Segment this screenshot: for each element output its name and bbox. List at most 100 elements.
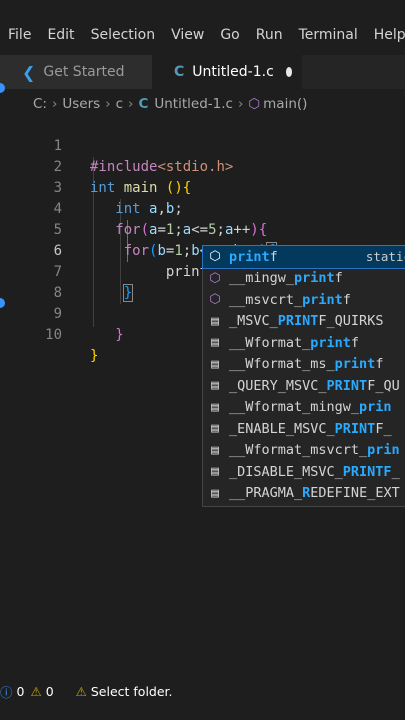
suggestion-match: PRINTF bbox=[342, 463, 392, 480]
field-icon: ▤ bbox=[211, 378, 219, 394]
suggestion-match: print bbox=[302, 291, 343, 308]
suggestion-match: PRINT bbox=[334, 420, 376, 437]
suggestion-suffix: F_QUIRKS bbox=[318, 313, 384, 330]
menu-run[interactable]: Run bbox=[248, 27, 291, 43]
suggestion-prefix: _ENABLE_MSVC_ bbox=[229, 420, 335, 437]
chevron-right-icon: › bbox=[51, 96, 58, 112]
suggestion-match: PRINT bbox=[326, 377, 368, 394]
code-line: 4 for(a=1;a<=5;a++){ bbox=[0, 178, 405, 238]
method-cube-icon: ⬡ bbox=[209, 249, 221, 265]
suggestion-prefix: __PRAGMA_ bbox=[229, 485, 303, 502]
suggestion-prefix: __msvcrt_ bbox=[229, 291, 303, 308]
method-cube-icon: ⬡ bbox=[209, 270, 221, 286]
suggestion-item[interactable]: ▤ __Wformat_ print f bbox=[203, 332, 405, 354]
method-cube-icon: ⬡ bbox=[248, 96, 261, 112]
suggestion-prefix: _DISABLE_MSVC_ bbox=[229, 463, 343, 480]
warning-icon: ⚠ bbox=[30, 683, 42, 699]
chevron-right-icon: › bbox=[128, 96, 134, 112]
error-count[interactable]: 0 bbox=[17, 684, 25, 699]
suggestion-match: print bbox=[229, 248, 270, 265]
suggestion-prefix: __Wformat_ bbox=[229, 334, 311, 351]
tab-untitled-1[interactable]: C Untitled-1.c bbox=[152, 55, 302, 89]
suggestion-item[interactable]: ⬡ __mingw_ print f bbox=[203, 268, 405, 290]
suggestion-item[interactable]: ▤ __PRAGMA_ R EDEFINE_EXT bbox=[203, 483, 405, 505]
suggestion-suffix: EDEFINE_EXT bbox=[310, 485, 400, 502]
suggestion-item[interactable]: ▤ _QUERY_MSVC_ PRINT F_QU bbox=[203, 375, 405, 397]
method-cube-icon: ⬡ bbox=[209, 292, 221, 308]
field-icon: ▤ bbox=[211, 485, 219, 501]
vscode-icon: ❮ bbox=[22, 62, 36, 82]
suggestion-suffix: _ bbox=[391, 463, 400, 480]
suggestion-item[interactable]: ▤ _DISABLE_MSVC_ PRINTF _ bbox=[203, 461, 405, 483]
chevron-right-icon: › bbox=[237, 96, 244, 112]
suggestion-prefix: _QUERY_MSVC_ bbox=[229, 377, 327, 394]
suggestion-item[interactable]: ⬡ printf static bbox=[202, 245, 405, 269]
suggestion-suffix: f bbox=[350, 334, 360, 351]
menu-view[interactable]: View bbox=[163, 27, 212, 43]
suggestion-prefix: __Wformat_mingw_ bbox=[229, 399, 360, 416]
suggestion-suffix: f bbox=[269, 248, 278, 265]
autocomplete-widget: ⬡printfstatic⬡__mingw_printf⬡__msvcrt_pr… bbox=[202, 245, 405, 507]
suggestion-suffix: F_ bbox=[375, 420, 392, 437]
suggestion-prefix: _MSVC_ bbox=[229, 313, 278, 330]
warning-count[interactable]: 0 bbox=[46, 684, 54, 699]
menu-help[interactable]: Help bbox=[366, 27, 405, 43]
suggestion-suffix: f bbox=[342, 291, 351, 308]
suggestion-item[interactable]: ⬡ __msvcrt_ print f bbox=[203, 289, 405, 311]
suggestion-suffix: F_QU bbox=[367, 377, 400, 394]
menu-edit[interactable]: Edit bbox=[39, 27, 82, 43]
suggestion-prefix: __mingw_ bbox=[229, 270, 295, 287]
suggestion-prefix: __Wformat_ms_ bbox=[229, 356, 335, 373]
menu-selection[interactable]: Selection bbox=[83, 27, 164, 43]
field-icon: ▤ bbox=[211, 356, 219, 372]
suggestion-item[interactable]: ▤ _MSVC_ PRINT F_QUIRKS bbox=[203, 311, 405, 333]
code-line: 1 #include<stdio.h> bbox=[0, 115, 405, 175]
status-message[interactable]: Select folder. bbox=[91, 684, 173, 699]
code-line: 2 int main (){ bbox=[0, 136, 405, 196]
suggestion-item[interactable]: ▤ __Wformat_ms_ print f bbox=[203, 354, 405, 376]
field-icon: ▤ bbox=[211, 399, 219, 415]
code-line: 5 for(b=1;b<=a;b++){ bbox=[0, 199, 405, 260]
tab-get-started[interactable]: ❮ Get Started bbox=[0, 55, 152, 89]
breadcrumb: C: › Users › c › C Untitled-1.c › ⬡ main… bbox=[0, 93, 405, 115]
code-line: 3 int a,b; bbox=[0, 157, 405, 217]
suggestion-match: R bbox=[302, 485, 311, 502]
suggestion-match: prin bbox=[359, 399, 392, 416]
breadcrumb-symbol[interactable]: main() bbox=[263, 96, 307, 112]
suggestion-match: PRINT bbox=[277, 313, 319, 330]
suggestion-suffix: f bbox=[334, 270, 343, 287]
suggestion-match: print bbox=[294, 270, 335, 287]
code-line: 6 print bbox=[0, 220, 405, 281]
suggestion-suffix: f bbox=[375, 356, 384, 373]
field-icon: ▤ bbox=[211, 442, 219, 458]
code-text: } bbox=[90, 348, 99, 364]
c-file-icon: C bbox=[174, 64, 185, 80]
breadcrumb-c-folder[interactable]: c bbox=[116, 96, 123, 112]
menu-terminal[interactable]: Terminal bbox=[291, 27, 366, 43]
unsaved-dot-icon[interactable] bbox=[285, 67, 292, 77]
error-icon: ⓘ bbox=[0, 684, 13, 700]
menu-bar: File Edit Selection View Go Run Terminal… bbox=[0, 22, 405, 48]
activity-indicator-icon bbox=[0, 83, 5, 93]
breadcrumb-file[interactable]: Untitled-1.c bbox=[154, 96, 233, 112]
field-icon: ▤ bbox=[211, 335, 219, 351]
chevron-right-icon: › bbox=[105, 96, 111, 112]
status-bar: ⓘ 0 ⚠ 0 ⚠ Select folder. bbox=[0, 681, 173, 701]
tab-bar: ❮ Get Started C Untitled-1.c bbox=[0, 55, 405, 89]
tab-label: Get Started bbox=[43, 64, 125, 80]
suggestion-item[interactable]: ▤ _ENABLE_MSVC_ PRINT F_ bbox=[203, 418, 405, 440]
menu-file[interactable]: File bbox=[0, 27, 39, 43]
field-icon: ▤ bbox=[211, 464, 219, 480]
suggestion-item[interactable]: ▤ __Wformat_msvcrt_ prin bbox=[203, 440, 405, 462]
suggestion-prefix: __Wformat_msvcrt_ bbox=[229, 442, 368, 459]
breadcrumb-drive[interactable]: C: bbox=[33, 96, 47, 112]
suggestion-match: prin bbox=[367, 442, 400, 459]
menu-go[interactable]: Go bbox=[212, 27, 247, 43]
suggestion-match: print bbox=[310, 334, 351, 351]
tab-label: Untitled-1.c bbox=[192, 64, 274, 80]
breadcrumb-users[interactable]: Users bbox=[62, 96, 100, 112]
line-number: 10 bbox=[45, 327, 62, 343]
field-icon: ▤ bbox=[211, 421, 219, 437]
code-text: } bbox=[115, 327, 124, 343]
suggestion-item[interactable]: ▤ __Wformat_mingw_ prin bbox=[203, 397, 405, 419]
